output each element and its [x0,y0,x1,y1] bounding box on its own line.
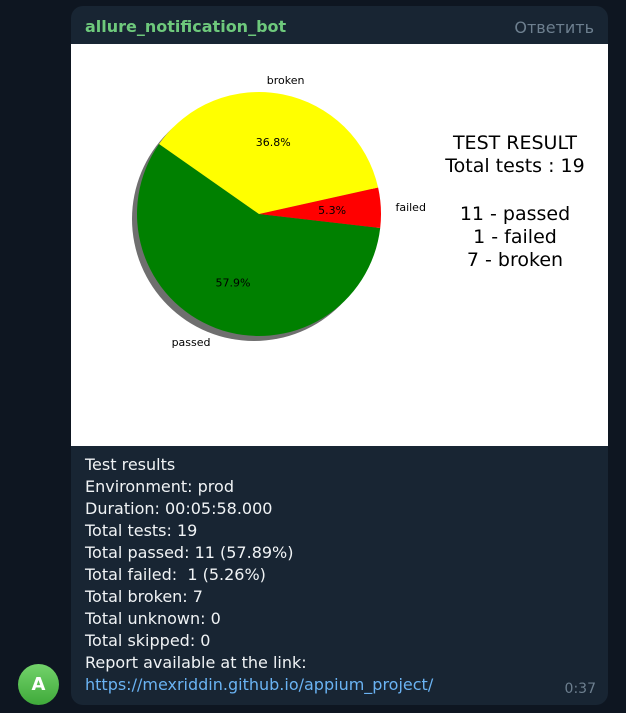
text-line: Total failed: 1 (5.26%) [85,565,266,584]
summary-failed: 1 - failed [473,226,557,248]
pie-chart-image[interactable]: 57.9% 5.3% 36.8% passed failed broken TEST R… [71,44,608,446]
reply-button[interactable]: Ответить [514,18,594,37]
sender-name[interactable]: allure_notification_bot [85,17,286,36]
text-line: Total skipped: 0 [85,631,211,650]
avatar[interactable]: A [18,664,59,705]
pie-percent-label-broken: 36.8% [256,136,291,149]
summary-block: TEST RESULT Total tests : 19 11 - passed… [444,132,584,271]
summary-passed: 11 - passed [460,203,570,225]
text-line: Test results [85,455,176,474]
summary-title: TEST RESULT [452,132,577,154]
pie-percent-label-failed: 5.3% [318,204,346,217]
pie-category-label-broken: broken [267,74,305,87]
pie-chart: 57.9% 5.3% 36.8% passed failed broken TEST R… [132,74,585,349]
text-line: Report available at the link: [85,653,307,672]
message-header: allure_notification_bot Ответить [71,6,608,44]
summary-total: Total tests : 19 [444,155,584,177]
pie-category-label-passed: passed [172,336,211,349]
text-line: Total unknown: 0 [85,609,221,628]
text-line: Total tests: 19 [85,521,198,540]
text-line: Total passed: 11 (57.89%) [85,543,294,562]
report-link[interactable]: https://mexriddin.github.io/appium_proje… [85,674,433,696]
message-time: 0:37 [564,681,596,697]
summary-broken: 7 - broken [467,249,563,271]
text-line: Total broken: 7 [85,587,203,606]
text-line: Environment: prod [85,477,234,496]
text-line: Duration: 00:05:58.000 [85,499,273,518]
message-bubble: allure_notification_bot Ответить 57.9% 5.… [71,6,608,705]
pie-category-label-failed: failed [395,201,425,214]
pie-percent-label-passed: 57.9% [216,276,251,289]
message-text: Test results Environment: prod Duration: 0… [85,454,433,696]
